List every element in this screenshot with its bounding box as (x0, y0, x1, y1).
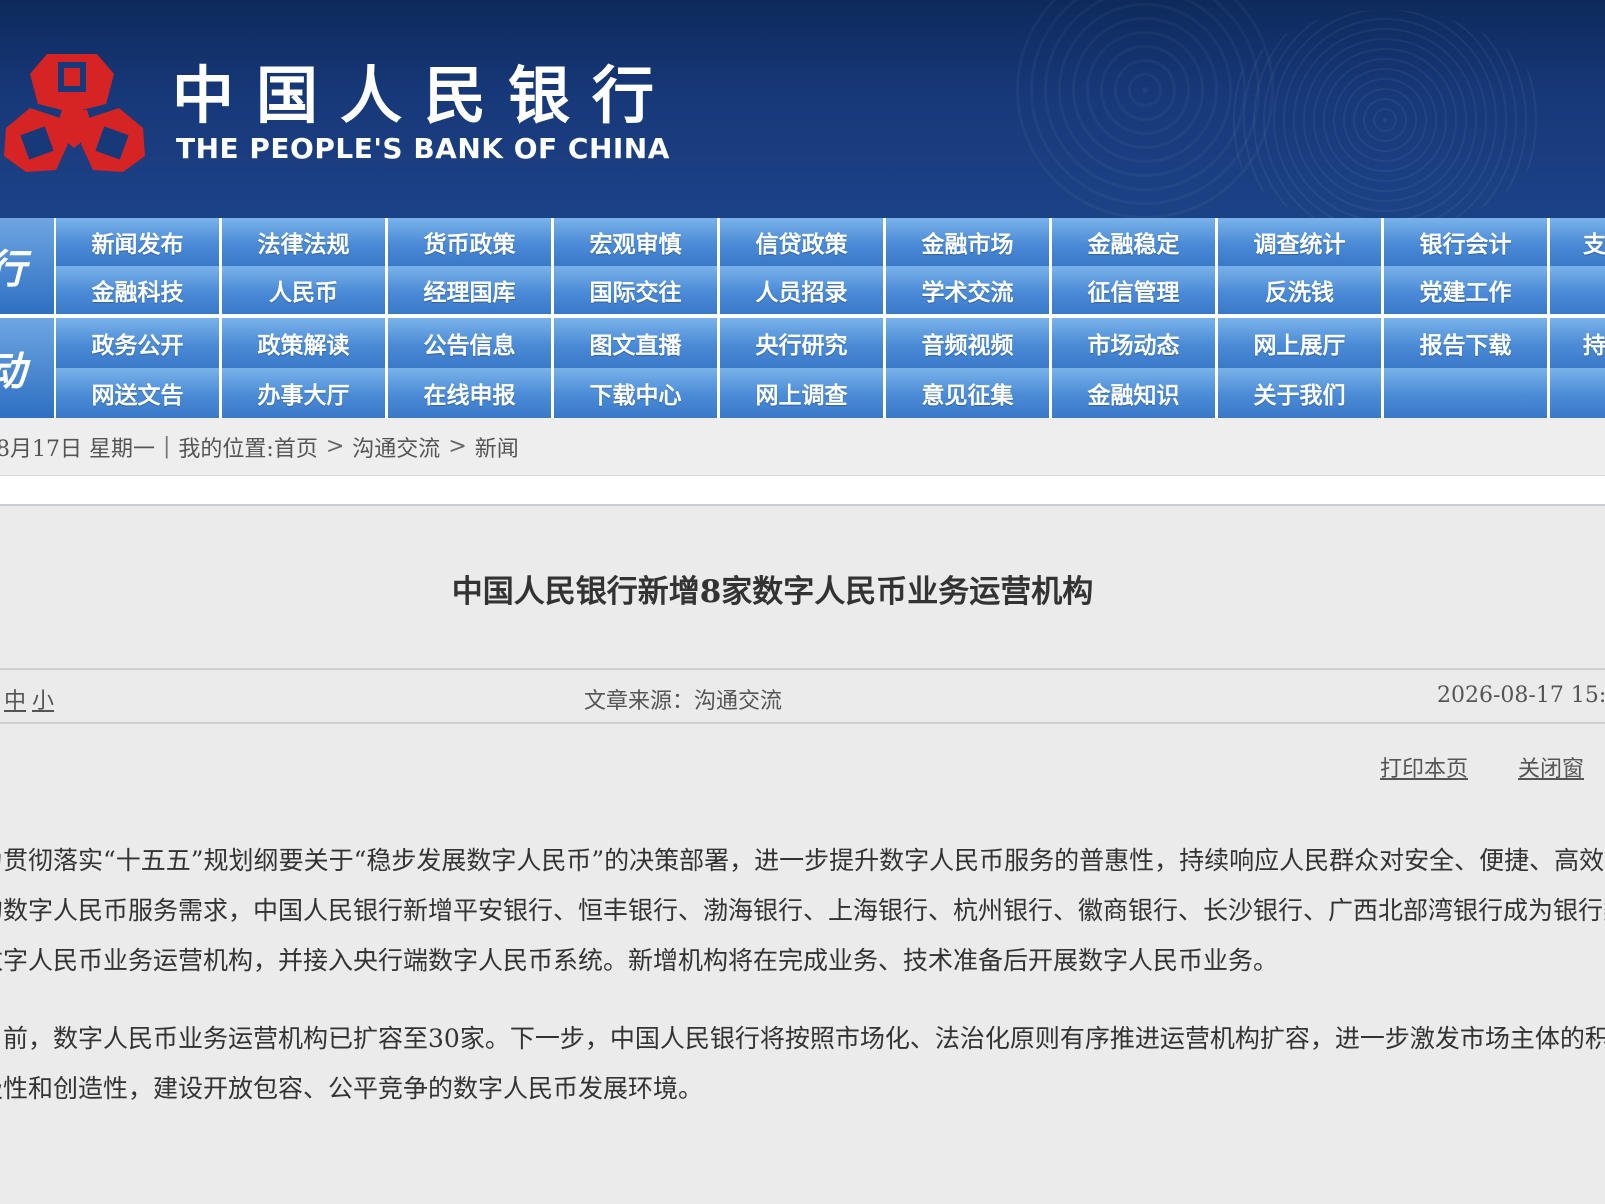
print-page-link[interactable]: 打印本页 (1380, 757, 1468, 782)
breadcrumb-level2-link[interactable]: 新闻 (475, 431, 519, 463)
nav-item-fintech[interactable]: 金融科技 (56, 266, 219, 314)
breadcrumb-arrow: > (448, 434, 467, 459)
nav-item-online-exhibition[interactable]: 网上展厅 (1218, 318, 1381, 368)
nav-item-statistics[interactable]: 调查统计 (1218, 218, 1381, 266)
nav-side-tab-2[interactable]: 动 (0, 318, 54, 418)
breadcrumb-divider: | (163, 434, 171, 459)
nav-item-international[interactable]: 国际交往 (554, 266, 717, 314)
nav-item-feedback[interactable]: 意见征集 (886, 368, 1049, 418)
article-title: 中国人民银行新增8家数字人民币业务运营机构 (451, 574, 1094, 610)
article-meta-bar: 中小 文章来源：沟通交流 2026-08-17 15:00: (0, 668, 1605, 724)
brand-chinese-name: 中国人民银行 (172, 59, 677, 132)
nav-row-1: 新闻发布 法律法规 货币政策 宏观审慎 信贷政策 金融市场 金融稳定 调查统计 … (56, 218, 1605, 266)
nav-item-download-center[interactable]: 下载中心 (554, 368, 717, 418)
nav-item-treasury[interactable]: 经理国库 (388, 266, 551, 314)
nav-side-tab-1[interactable]: 行 (0, 218, 54, 314)
article-source: 文章来源：沟通交流 (584, 689, 783, 714)
nav-item-service-hall[interactable]: 办事大厅 (222, 368, 385, 418)
nav-item-blank (1550, 368, 1605, 418)
nav-item-news[interactable]: 新闻发布 (56, 218, 219, 266)
nav-block-primary: 新闻发布 法律法规 货币政策 宏观审慎 信贷政策 金融市场 金融稳定 调查统计 … (56, 218, 1605, 314)
nav-item-academic[interactable]: 学术交流 (886, 266, 1049, 314)
breadcrumb-home-link[interactable]: 首页 (274, 431, 318, 463)
nav-item-report-download[interactable]: 报告下载 (1384, 318, 1547, 368)
font-size-small-link[interactable]: 小 (32, 689, 54, 714)
close-window-link[interactable]: 关闭窗 (1518, 757, 1584, 782)
nav-item-blank (1550, 266, 1605, 314)
nav-item-live-broadcast[interactable]: 图文直播 (554, 318, 717, 368)
nav-item-monetary-policy[interactable]: 货币政策 (388, 218, 551, 266)
nav-row-4: 网送文告 办事大厅 在线申报 下载中心 网上调查 意见征集 金融知识 关于我们 (56, 368, 1605, 418)
nav-item-audio-video[interactable]: 音频视频 (886, 318, 1049, 368)
nav-item-party-building[interactable]: 党建工作 (1384, 266, 1547, 314)
nav-item-blank (1384, 368, 1547, 418)
nav-item-financial-market[interactable]: 金融市场 (886, 218, 1049, 266)
nav-item-anti-money-laundering[interactable]: 反洗钱 (1218, 266, 1381, 314)
article-paragraph: 目前，数字人民币业务运营机构已扩容至30家。下一步，中国人民银行将按照市场化、法… (0, 1024, 1605, 1103)
nav-item-more[interactable]: 持 (1550, 318, 1605, 368)
brand-english-name: THE PEOPLE'S BANK OF CHINA (176, 132, 670, 165)
header-pattern-decoration (1225, 10, 1545, 218)
breadcrumb-prefix: 我的位置: (178, 436, 274, 462)
nav-row-2: 金融科技 人民币 经理国库 国际交往 人员招录 学术交流 征信管理 反洗钱 党建… (56, 266, 1605, 314)
nav-item-financial-knowledge[interactable]: 金融知识 (1052, 368, 1215, 418)
nav-item-online-survey[interactable]: 网上调查 (720, 368, 883, 418)
nav-item-research[interactable]: 央行研究 (720, 318, 883, 368)
nav-item-credit-reference[interactable]: 征信管理 (1052, 266, 1215, 314)
nav-item-online-declaration[interactable]: 在线申报 (388, 368, 551, 418)
nav-item-recruitment[interactable]: 人员招录 (720, 266, 883, 314)
nav-item-documents[interactable]: 网送文告 (56, 368, 219, 418)
nav-item-announcements[interactable]: 公告信息 (388, 318, 551, 368)
breadcrumb-arrow: > (325, 434, 345, 459)
nav-item-rmb[interactable]: 人民币 (222, 266, 385, 314)
article-body: 为贯彻落实“十五五”规划纲要关于“稳步发展数字人民币”的决策部署，进一步提升数字… (0, 836, 1605, 1142)
nav-item-bank-accounting[interactable]: 银行会计 (1384, 218, 1547, 266)
nav-item-payment[interactable]: 支 (1550, 218, 1605, 266)
pboc-emblem-icon (4, 54, 145, 172)
breadcrumb-level1-link[interactable]: 沟通交流 (352, 431, 440, 463)
content-top-divider (0, 476, 1605, 506)
font-size-medium-link[interactable]: 中 (4, 689, 26, 714)
nav-item-government-affairs[interactable]: 政务公开 (56, 318, 219, 368)
breadcrumb: 8月17日 星期一 | 我的位置: 首页 > 沟通交流 > 新闻 (0, 418, 1605, 476)
font-size-control: 中小 (4, 683, 60, 715)
article-tools: 打印本页 关闭窗 (1380, 751, 1605, 783)
nav-item-credit-policy[interactable]: 信贷政策 (720, 218, 883, 266)
current-date: 8月17日 星期一 (0, 436, 155, 462)
site-header: 中国人民银行 THE PEOPLE'S BANK OF CHINA (0, 0, 1605, 218)
article-publish-time: 2026-08-17 15:00: (1437, 683, 1605, 708)
article-paragraph: 为贯彻落实“十五五”规划纲要关于“稳步发展数字人民币”的决策部署，进一步提升数字… (0, 846, 1605, 975)
nav-item-policy-interpretation[interactable]: 政策解读 (222, 318, 385, 368)
nav-item-laws[interactable]: 法律法规 (222, 218, 385, 266)
nav-item-market-news[interactable]: 市场动态 (1052, 318, 1215, 368)
main-navigation: 行 动 新闻发布 法律法规 货币政策 宏观审慎 信贷政策 金融市场 金融稳定 调… (0, 218, 1605, 418)
nav-block-secondary: 政务公开 政策解读 公告信息 图文直播 央行研究 音频视频 市场动态 网上展厅 … (56, 318, 1605, 418)
nav-row-3: 政务公开 政策解读 公告信息 图文直播 央行研究 音频视频 市场动态 网上展厅 … (56, 318, 1605, 368)
nav-item-financial-stability[interactable]: 金融稳定 (1052, 218, 1215, 266)
nav-item-about-us[interactable]: 关于我们 (1218, 368, 1381, 418)
nav-item-macroprudential[interactable]: 宏观审慎 (554, 218, 717, 266)
